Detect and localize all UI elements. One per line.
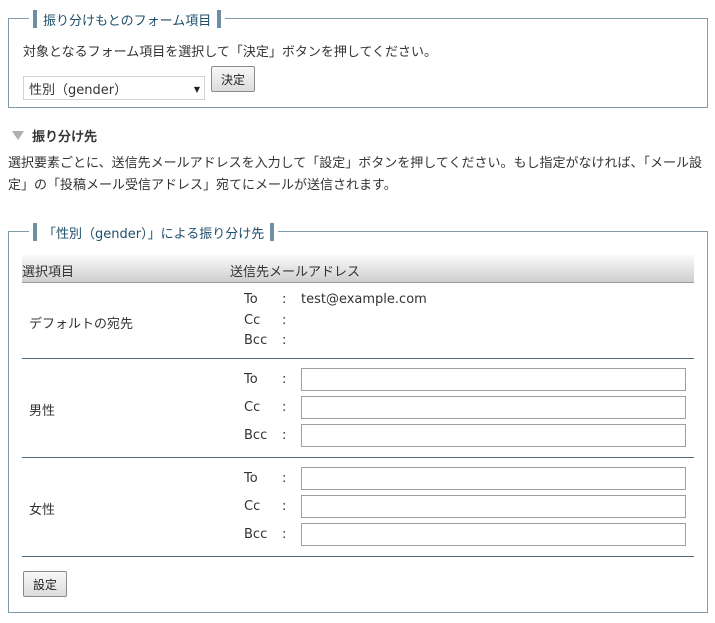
male-cc-input[interactable] bbox=[301, 396, 686, 419]
default-bcc-label: Bcc bbox=[244, 333, 268, 348]
male-bcc-input[interactable] bbox=[301, 424, 686, 447]
table-header: 選択項目 送信先メールアドレス bbox=[22, 255, 694, 283]
default-cc-colon: : bbox=[282, 313, 287, 328]
set-button[interactable]: 設定 bbox=[23, 571, 67, 597]
female-to-colon: : bbox=[282, 471, 287, 486]
default-row-label: デフォルトの宛先 bbox=[29, 317, 134, 332]
source-form-legend: 振り分けもとのフォーム項目 bbox=[29, 9, 226, 29]
legend-bar-right bbox=[270, 223, 275, 241]
default-to-value: test@example.com bbox=[301, 292, 427, 307]
source-form-legend-text: 振り分けもとのフォーム項目 bbox=[43, 13, 212, 29]
male-bcc-label: Bcc bbox=[244, 428, 268, 443]
default-to-colon: : bbox=[282, 292, 287, 307]
female-row-label: 女性 bbox=[29, 503, 56, 518]
row-divider bbox=[22, 457, 694, 458]
male-cc-label: Cc bbox=[244, 400, 261, 415]
form-item-select-value: 性別（gender） bbox=[29, 82, 128, 98]
male-cc-colon: : bbox=[282, 400, 287, 415]
female-cc-input[interactable] bbox=[301, 495, 686, 518]
legend-bar-right bbox=[217, 10, 222, 28]
male-to-input[interactable] bbox=[301, 368, 686, 391]
female-cc-label: Cc bbox=[244, 499, 261, 514]
header-destination-email: 送信先メールアドレス bbox=[230, 265, 361, 280]
male-bcc-colon: : bbox=[282, 428, 287, 443]
source-form-fieldset: 振り分けもとのフォーム項目 対象となるフォーム項目を選択して「決定」ボタンを押し… bbox=[8, 9, 708, 108]
triangle-down-icon bbox=[12, 131, 24, 140]
female-to-input[interactable] bbox=[301, 467, 686, 490]
male-to-label: To bbox=[244, 372, 258, 387]
distribution-legend-text: 「性別（gender）」による振り分け先 bbox=[43, 226, 265, 242]
row-divider bbox=[22, 556, 694, 557]
female-bcc-label: Bcc bbox=[244, 527, 268, 542]
female-bcc-colon: : bbox=[282, 527, 287, 542]
default-to-label: To bbox=[244, 292, 258, 307]
male-to-colon: : bbox=[282, 372, 287, 387]
female-bcc-input[interactable] bbox=[301, 523, 686, 546]
male-row-label: 男性 bbox=[29, 404, 56, 419]
chevron-down-icon: ▼ bbox=[193, 85, 200, 94]
default-cc-label: Cc bbox=[244, 313, 261, 328]
distribution-description: 選択要素ごとに、送信先メールアドレスを入力して「設定」ボタンを押してください。も… bbox=[8, 156, 702, 193]
header-selection-item: 選択項目 bbox=[22, 265, 75, 280]
female-cc-colon: : bbox=[282, 499, 287, 514]
distribution-legend: 「性別（gender）」による振り分け先 bbox=[29, 222, 279, 242]
distribution-heading: 振り分け先 bbox=[12, 126, 97, 145]
distribution-heading-text: 振り分け先 bbox=[32, 130, 98, 145]
row-divider bbox=[22, 358, 694, 359]
decide-button[interactable]: 決定 bbox=[211, 66, 255, 92]
form-item-select[interactable]: 性別（gender） ▼ bbox=[23, 76, 205, 100]
source-form-instruction: 対象となるフォーム項目を選択して「決定」ボタンを押してください。 bbox=[23, 45, 438, 60]
default-bcc-colon: : bbox=[282, 333, 287, 348]
female-to-label: To bbox=[244, 471, 258, 486]
